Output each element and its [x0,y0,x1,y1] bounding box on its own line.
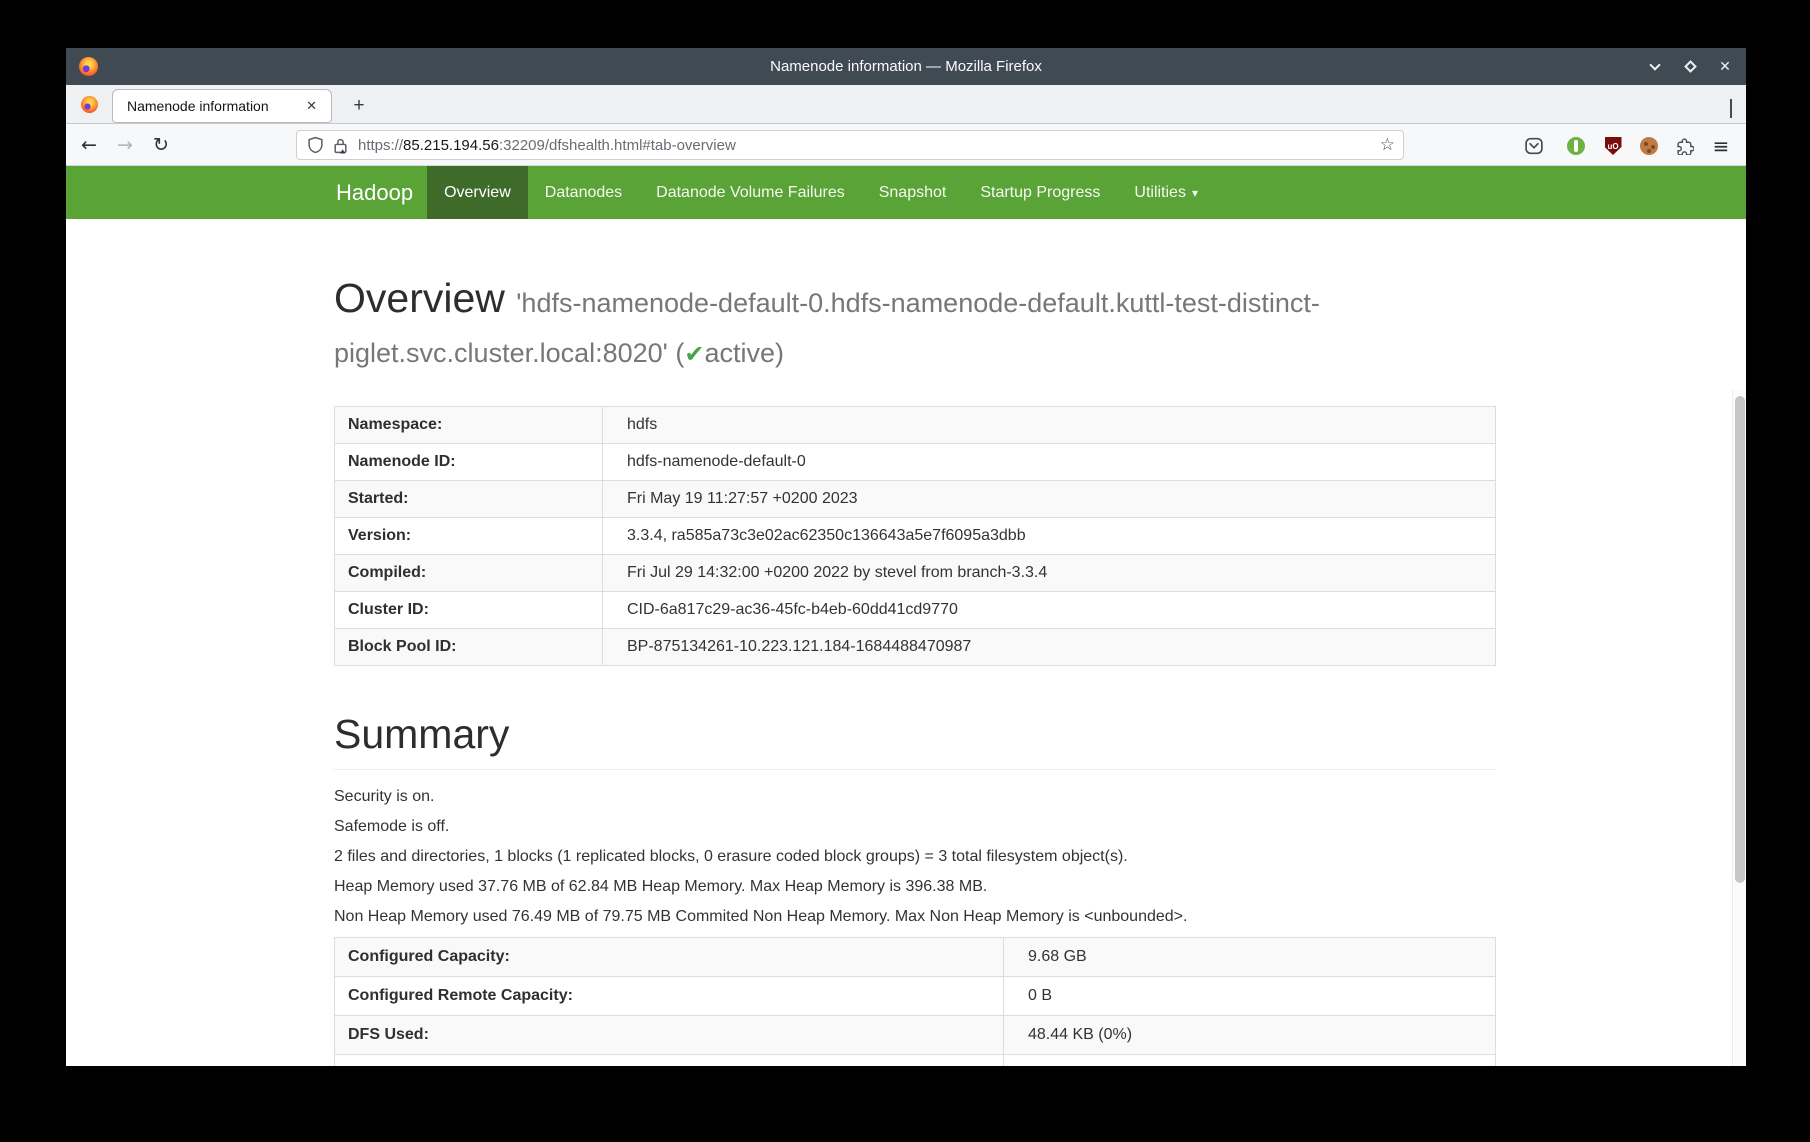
heap-memory-text: Heap Memory used 37.76 MB of 62.84 MB He… [334,877,1496,897]
divider [334,769,1496,770]
table-row: Version:3.3.4, ra585a73c3e02ac62350c1366… [335,518,1496,555]
hadoop-navbar: Hadoop Overview Datanodes Datanode Volum… [66,166,1746,219]
window-title: Namenode information — Mozilla Firefox [66,58,1746,75]
connection-lock-icon[interactable] [333,137,348,154]
firefox-logo-icon [79,57,98,76]
nav-item-startup-progress[interactable]: Startup Progress [963,166,1117,219]
hadoop-brand[interactable]: Hadoop [334,166,427,219]
nav-item-utilities[interactable]: Utilities ▾ [1117,166,1215,219]
page-scrollbar[interactable] [1732,390,1746,1066]
safemode-status-text: Safemode is off. [334,817,1496,837]
ublock-origin-icon[interactable]: uO [1600,133,1626,159]
page-content: Overview 'hdfs-namenode-default-0.hdfs-n… [66,219,1746,1066]
tab-namenode-information[interactable]: Namenode information ✕ [112,89,332,123]
security-status-text: Security is on. [334,787,1496,807]
url-path: :32209/dfshealth.html#tab-overview [499,137,736,154]
url-host: 85.215.194.56 [403,137,499,154]
window-titlebar: Namenode information — Mozilla Firefox ✕ [66,48,1746,85]
bookmark-star-icon[interactable]: ☆ [1380,135,1395,155]
table-row: Namespace:hdfs [335,407,1496,444]
table-row: Non DFS Used:119.56 KB [335,1055,1496,1067]
reload-button[interactable]: ↻ [147,131,175,159]
namenode-info-table: Namespace:hdfs Namenode ID:hdfs-namenode… [334,406,1496,666]
filesystem-objects-text: 2 files and directories, 1 blocks (1 rep… [334,847,1496,867]
list-all-tabs-icon[interactable] [1730,99,1732,117]
close-button[interactable]: ✕ [1716,58,1734,76]
table-row: Configured Capacity:9.68 GB [335,938,1496,977]
overview-heading: Overview [334,275,505,321]
nav-item-overview[interactable]: Overview [427,166,528,219]
scrollbar-thumb[interactable] [1735,396,1745,883]
url-bar[interactable]: https://85.215.194.56:32209/dfshealth.ht… [296,130,1404,160]
table-row: DFS Used:48.44 KB (0%) [335,1016,1496,1055]
minimize-button[interactable] [1646,58,1664,76]
table-row: Compiled:Fri Jul 29 14:32:00 +0200 2022 … [335,555,1496,592]
table-row: Namenode ID:hdfs-namenode-default-0 [335,444,1496,481]
url-protocol: https:// [358,137,403,154]
non-heap-memory-text: Non Heap Memory used 76.49 MB of 79.75 M… [334,907,1496,927]
summary-heading: Summary [334,711,1496,757]
new-tab-button[interactable]: + [346,93,372,119]
capacity-table: Configured Capacity:9.68 GB Configured R… [334,937,1496,1066]
table-row: Block Pool ID:BP-875134261-10.223.121.18… [335,629,1496,666]
table-row: Configured Remote Capacity:0 B [335,977,1496,1016]
nav-item-datanode-volume-failures[interactable]: Datanode Volume Failures [639,166,862,219]
active-check-icon: ✔ [684,340,704,368]
tab-bar: Namenode information ✕ + [66,85,1746,124]
tracking-shield-icon[interactable] [307,136,324,154]
extension-green-icon[interactable] [1563,133,1589,159]
navigation-toolbar: ← → ↻ https://85.215.194.56:32209/dfshea… [66,124,1746,166]
nav-item-datanodes[interactable]: Datanodes [528,166,639,219]
forward-button[interactable]: → [111,131,139,159]
menu-hamburger-icon[interactable]: ≡ [1708,133,1734,159]
back-button[interactable]: ← [75,131,103,159]
utilities-caret-icon: ▾ [1192,186,1198,200]
maximize-button[interactable] [1681,58,1699,76]
url-text: https://85.215.194.56:32209/dfshealth.ht… [358,137,1380,154]
cookie-extension-icon[interactable] [1636,133,1662,159]
extensions-puzzle-icon[interactable] [1672,133,1698,159]
tab-close-icon[interactable]: ✕ [302,97,321,116]
firefox-tab-icon [81,96,98,113]
table-row: Started:Fri May 19 11:27:57 +0200 2023 [335,481,1496,518]
tab-title: Namenode information [127,98,302,114]
nav-item-snapshot[interactable]: Snapshot [862,166,964,219]
table-row: Cluster ID:CID-6a817c29-ac36-45fc-b4eb-6… [335,592,1496,629]
pocket-icon[interactable] [1521,133,1547,159]
firefox-window: Namenode information — Mozilla Firefox ✕… [66,48,1746,1066]
active-status-text: active [704,338,775,368]
page-title: Overview 'hdfs-namenode-default-0.hdfs-n… [334,275,1496,376]
